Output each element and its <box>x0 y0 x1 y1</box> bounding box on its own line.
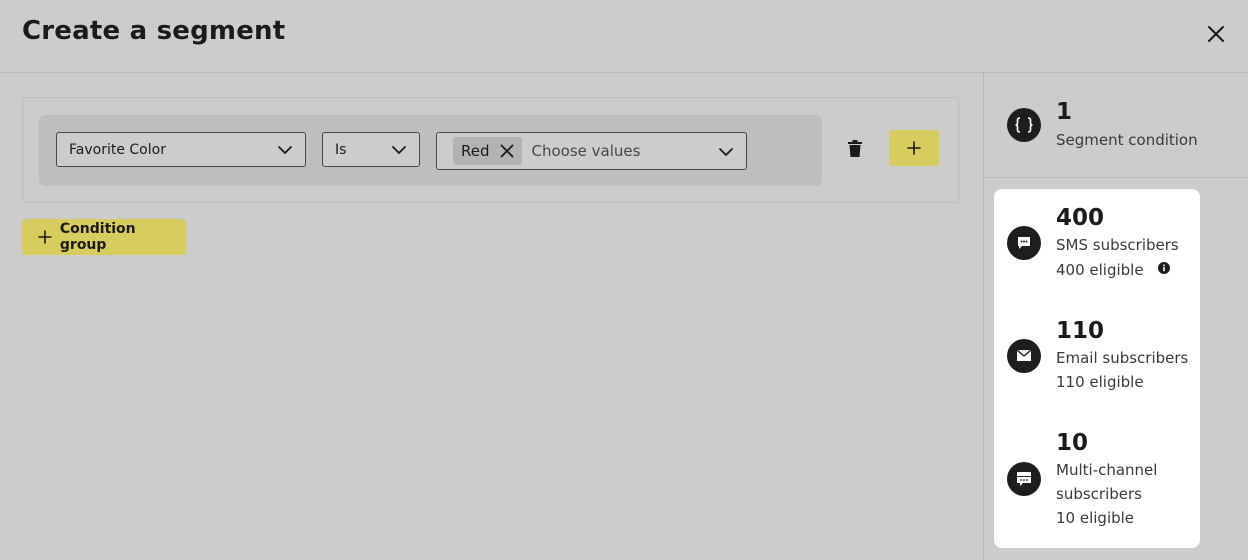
segment-summary-panel: 1 Segment condition 400 SMS subscribers … <box>983 73 1248 560</box>
info-icon[interactable] <box>1158 262 1171 274</box>
close-button[interactable] <box>1202 20 1230 48</box>
multichannel-label-line1: Multi-channel <box>1056 461 1158 479</box>
subscriber-stats-card: 400 SMS subscribers 400 eligible 110 Ema… <box>994 189 1200 548</box>
remove-chip-button[interactable] <box>500 144 514 158</box>
multichannel-icon <box>1007 462 1041 496</box>
sms-label: SMS subscribers <box>1056 236 1179 254</box>
segment-condition-label: Segment condition <box>1056 131 1198 149</box>
sms-eligible: 400 eligible <box>1056 261 1144 279</box>
operator-select[interactable]: Is <box>322 132 420 167</box>
plus-icon <box>38 230 52 244</box>
code-braces-icon <box>1007 108 1041 142</box>
add-condition-group-button[interactable]: Condition group <box>22 219 186 255</box>
values-multiselect[interactable]: Red Choose values <box>436 132 747 170</box>
segment-condition-summary: 1 Segment condition <box>984 73 1248 178</box>
operator-select-value: Is <box>335 141 347 158</box>
multichannel-eligible: 10 eligible <box>1056 509 1135 527</box>
modal-header: Create a segment <box>0 0 1248 73</box>
field-select-value: Favorite Color <box>69 141 166 158</box>
add-condition-button[interactable] <box>889 130 939 166</box>
close-icon[interactable] <box>500 144 514 158</box>
trash-icon[interactable] <box>848 139 862 157</box>
multichannel-count: 10 <box>1056 430 1089 456</box>
sms-eligible-row: 400 eligible <box>1056 258 1171 282</box>
page-title: Create a segment <box>22 16 286 46</box>
chevron-down-icon <box>392 146 406 154</box>
chevron-down-icon <box>719 148 733 156</box>
condition-row: Favorite Color Is Red Choose values <box>39 115 822 186</box>
chevron-down-icon <box>278 146 292 154</box>
email-label: Email subscribers <box>1056 349 1189 367</box>
email-count: 110 <box>1056 318 1105 344</box>
close-icon[interactable] <box>1207 25 1225 43</box>
segment-builder: Favorite Color Is Red Choose values Cond… <box>0 73 983 560</box>
values-placeholder: Choose values <box>531 142 641 160</box>
multichannel-label-line2: subscribers <box>1056 485 1142 503</box>
email-icon <box>1007 339 1041 373</box>
email-eligible: 110 eligible <box>1056 373 1144 391</box>
add-condition-group-label: Condition group <box>59 221 136 253</box>
condition-group: Favorite Color Is Red Choose values <box>22 97 959 203</box>
segment-condition-count: 1 <box>1056 99 1073 125</box>
delete-condition-button[interactable] <box>847 138 863 158</box>
plus-icon <box>907 141 921 155</box>
field-select[interactable]: Favorite Color <box>56 132 306 167</box>
value-chip-label: Red <box>461 142 490 160</box>
sms-icon <box>1007 226 1041 260</box>
sms-count: 400 <box>1056 205 1105 231</box>
value-chip: Red <box>453 137 522 165</box>
